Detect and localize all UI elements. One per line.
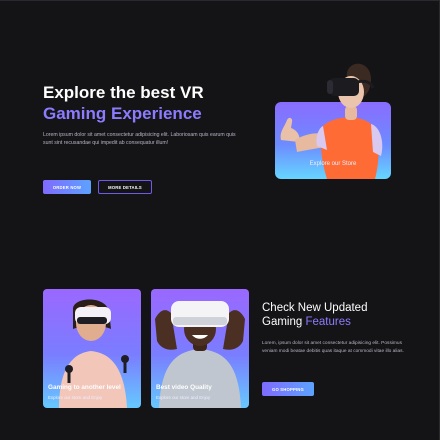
more-details-button[interactable]: MORE DETAILS [98,180,152,194]
hero-title-line2: Gaming Experience [43,104,202,123]
hero-title: Explore the best VR Gaming Experience [43,82,204,124]
feature-card-subtitle: Explore our store and Enjoy [48,395,103,400]
feature-card-title: Gaming to another level [48,384,121,391]
feature-card-title: Best video Quality [156,384,212,391]
top-border [0,0,440,1]
feature-card-subtitle: Explore our store and Enjoy [156,395,211,400]
order-now-button[interactable]: ORDER NOW [43,180,91,194]
feature-card-video[interactable]: Best video Quality Explore our store and… [151,289,249,408]
go-shopping-button[interactable]: GO SHOPPING [262,382,314,396]
features-title-line2: Gaming [262,316,303,328]
feature-card-gaming[interactable]: Gaming to another level Explore our stor… [43,289,141,408]
features-title: Check New Updated Gaming Features [262,301,367,329]
features-title-accent: Features [305,316,351,328]
features-title-line1: Check New Updated [262,302,368,314]
hero-title-line1: Explore the best VR [43,83,204,102]
hero-store-card[interactable]: Explore our Store [275,63,391,179]
features-description: Lorem, ipsum dolor sit amet consectetur … [262,341,404,354]
hero-description: Lorem ipsum dolor sit amet consectetur a… [43,132,236,146]
hero-card-label: Explore our Store [309,161,357,167]
